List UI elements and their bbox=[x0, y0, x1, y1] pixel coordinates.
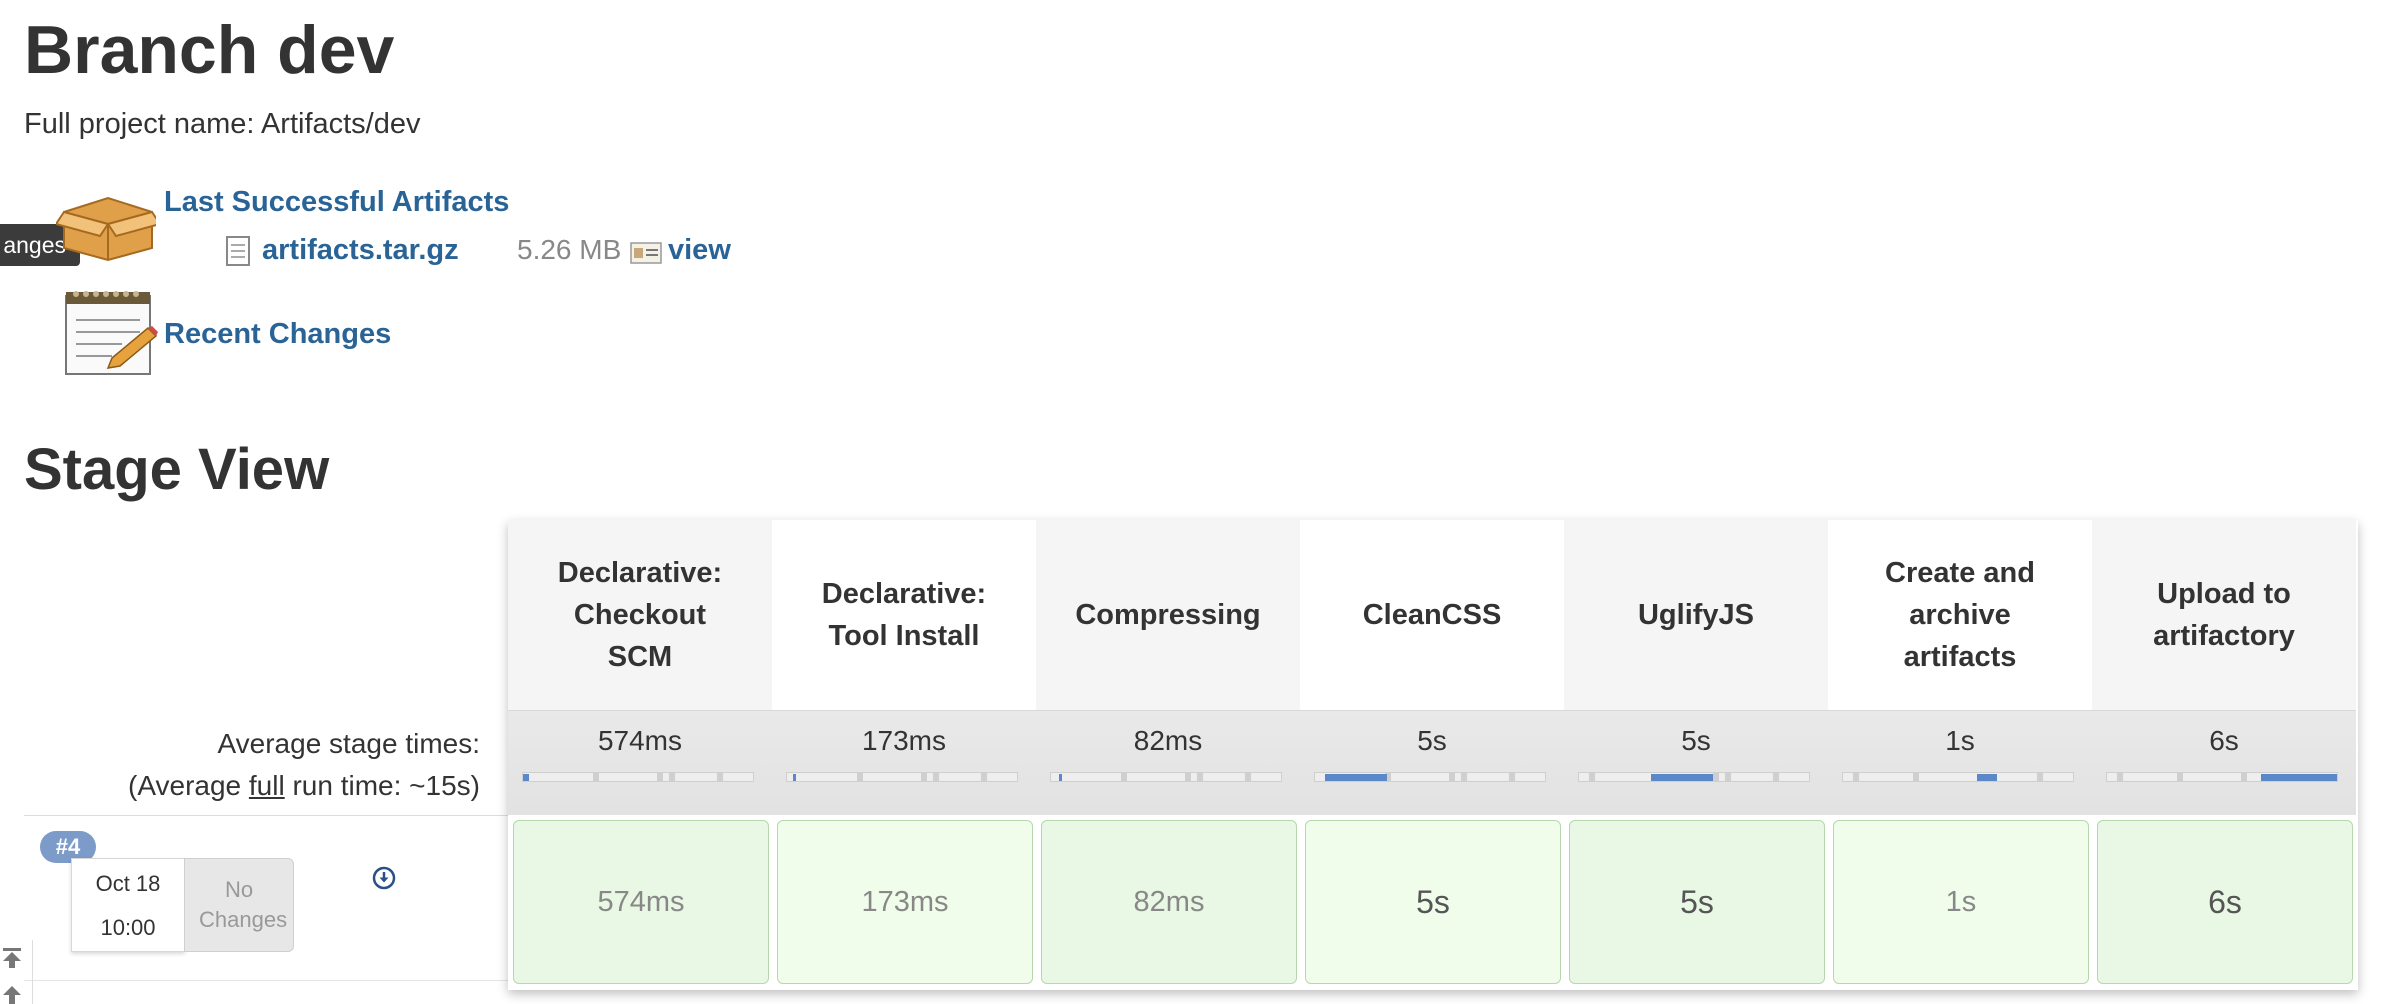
stage-header: Compressing bbox=[1036, 520, 1300, 710]
build-changes-text: No Changes bbox=[199, 877, 288, 932]
last-successful-artifacts-link[interactable]: Last Successful Artifacts bbox=[164, 182, 509, 222]
stage-average: 5s bbox=[1564, 710, 1828, 815]
stage-average: 1s bbox=[1828, 710, 2092, 815]
artifact-file-link[interactable]: artifacts.tar.gz bbox=[262, 230, 459, 270]
stage-average: 574ms bbox=[508, 710, 772, 815]
average-full-run-time: (Average full run time: ~15s) bbox=[128, 770, 480, 801]
stage-average-time: 6s bbox=[2209, 725, 2239, 756]
scroll-to-top-icon[interactable] bbox=[0, 946, 24, 970]
stage-progress-bar bbox=[2106, 772, 2338, 782]
stage-cell[interactable]: 6s bbox=[2097, 820, 2353, 984]
stage-progress-bar bbox=[522, 772, 754, 782]
stage-progress-bar bbox=[786, 772, 1018, 782]
stage-view-title: Stage View bbox=[24, 437, 330, 502]
stage-average-time: 173ms bbox=[861, 725, 947, 756]
artifact-file-size: 5.26 MB bbox=[517, 234, 622, 265]
stage-header: Upload to artifactory bbox=[2092, 520, 2356, 710]
stage-cell[interactable]: 173ms bbox=[777, 820, 1033, 984]
stage-progress-bar bbox=[1578, 772, 1810, 782]
build-time: 10:00 bbox=[100, 915, 156, 940]
stage-average: 5s bbox=[1300, 710, 1564, 815]
download-icon[interactable] bbox=[372, 866, 396, 890]
build-date-box: Oct 18 10:00 bbox=[71, 858, 185, 952]
stage-progress-bar bbox=[1842, 772, 2074, 782]
stage-header: UglifyJS bbox=[1564, 520, 1828, 710]
stage-cell[interactable]: 5s bbox=[1569, 820, 1825, 984]
stage-average-time: 82ms bbox=[1133, 725, 1203, 756]
recent-changes-link[interactable]: Recent Changes bbox=[164, 314, 391, 354]
stage-header: Declarative: Checkout SCM bbox=[508, 520, 772, 710]
stage-average-time: 5s bbox=[1681, 725, 1711, 756]
file-icon bbox=[226, 236, 250, 266]
scroll-up-icon[interactable] bbox=[0, 984, 24, 1004]
row-divider bbox=[24, 815, 508, 816]
average-stage-times-label: Average stage times: bbox=[217, 728, 480, 759]
stage-header: Create and archive artifacts bbox=[1885, 557, 2035, 673]
stage-average-time: 1s bbox=[1945, 725, 1975, 756]
fingerprint-icon[interactable] bbox=[630, 240, 662, 264]
stage-average: 82ms bbox=[1036, 710, 1300, 815]
stage-average-time: 574ms bbox=[597, 725, 683, 756]
stage-header: Declarative: Tool Install bbox=[821, 578, 987, 652]
build-changes-box[interactable]: No Changes bbox=[184, 858, 294, 952]
full-project-name: Full project name: Artifacts/dev bbox=[24, 108, 421, 140]
stage-cell[interactable]: 82ms bbox=[1041, 820, 1297, 984]
stage-cell[interactable]: 5s bbox=[1305, 820, 1561, 984]
stage-progress-bar bbox=[1314, 772, 1546, 782]
stage-progress-bar bbox=[1050, 772, 1282, 782]
package-icon bbox=[56, 196, 156, 262]
stage-average: 173ms bbox=[772, 710, 1036, 815]
stage-average: 6s bbox=[2092, 710, 2356, 815]
stage-cell[interactable]: 574ms bbox=[513, 820, 769, 984]
stage-header: CleanCSS bbox=[1362, 599, 1502, 631]
stage-view-table: Declarative: Checkout SCM 574ms 574ms De… bbox=[508, 520, 2358, 990]
stage-cell[interactable]: 1s bbox=[1833, 820, 2089, 984]
notepad-icon bbox=[65, 291, 158, 375]
page-title: Branch dev bbox=[24, 12, 395, 88]
row-divider bbox=[24, 980, 508, 981]
build-date: Oct 18 bbox=[95, 871, 161, 896]
stage-average-time: 5s bbox=[1417, 725, 1447, 756]
view-link[interactable]: view bbox=[668, 230, 731, 270]
